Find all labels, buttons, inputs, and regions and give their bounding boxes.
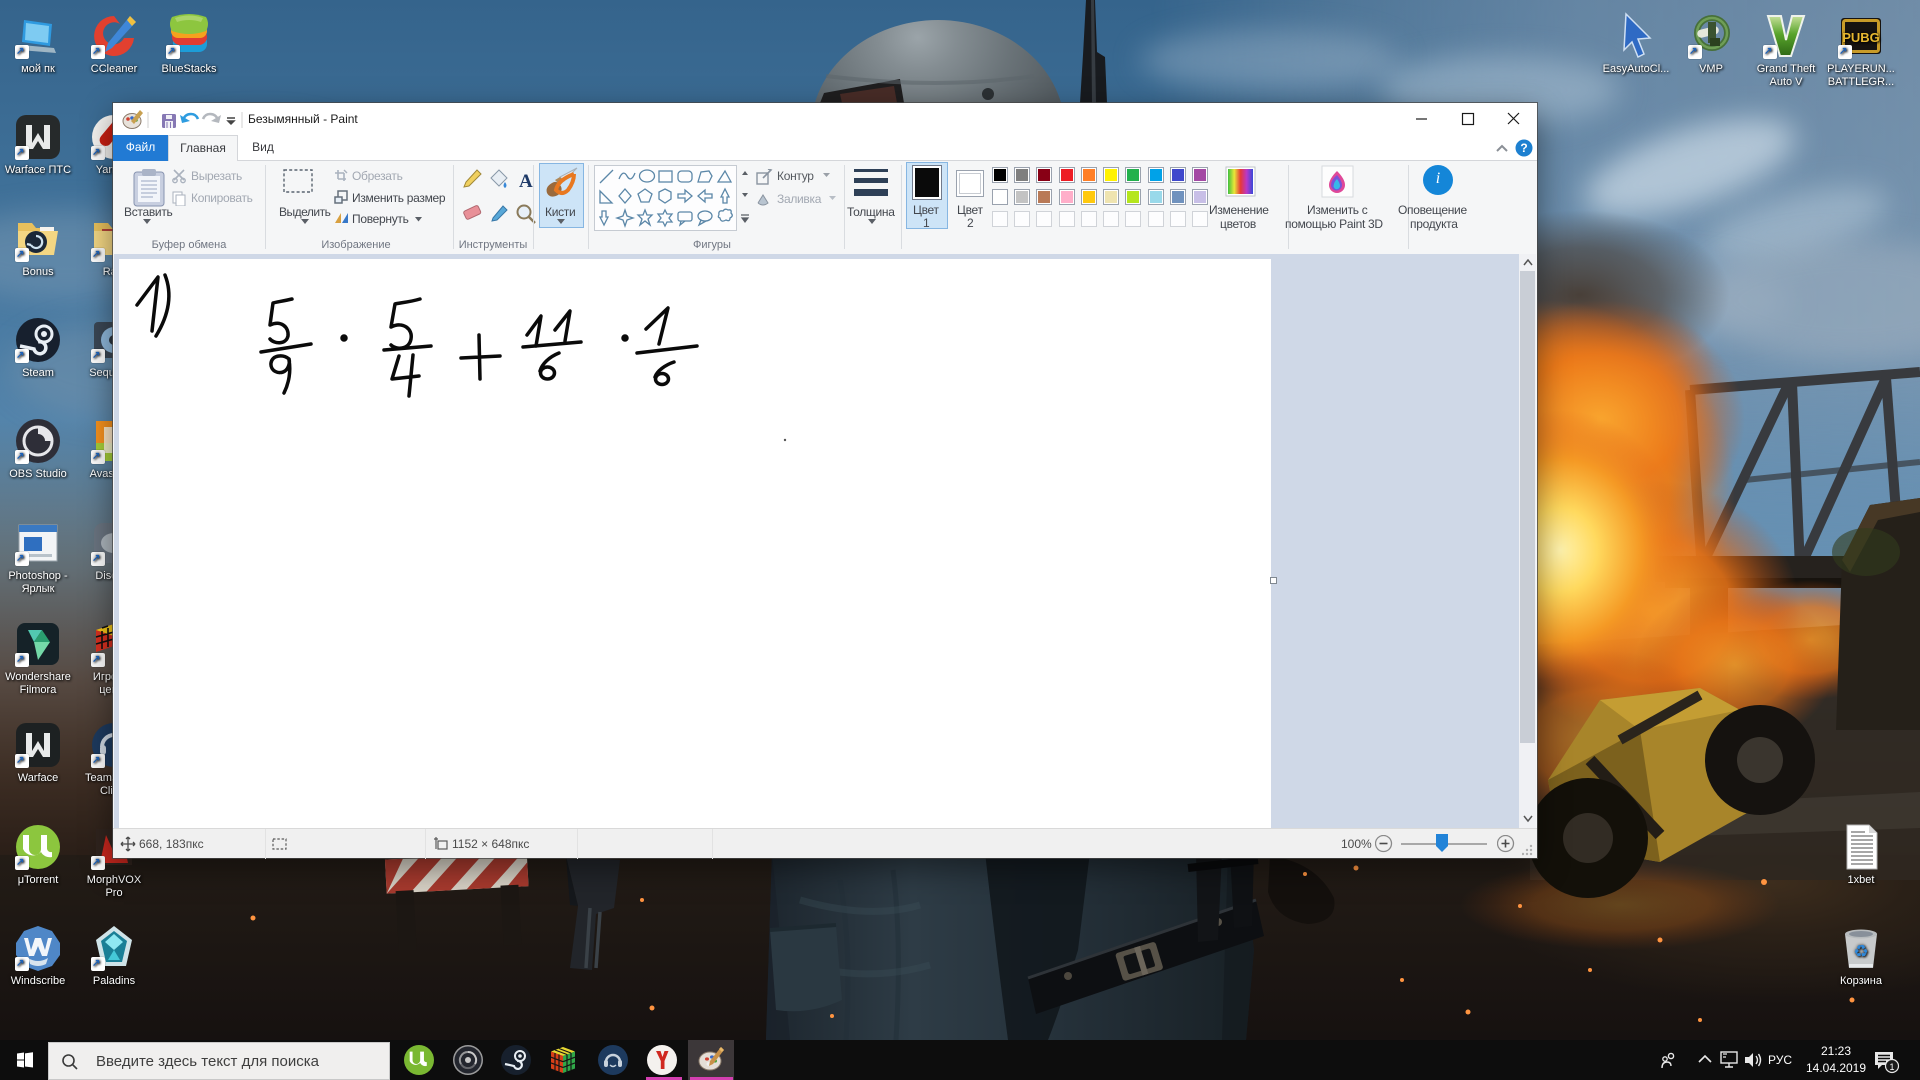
svg-text:♻: ♻ <box>1853 942 1868 961</box>
svg-text:A: A <box>519 171 533 192</box>
svg-text:PUBG: PUBG <box>1842 30 1880 45</box>
svg-text:?: ? <box>1520 141 1527 155</box>
svg-text:1: 1 <box>1889 1062 1894 1072</box>
